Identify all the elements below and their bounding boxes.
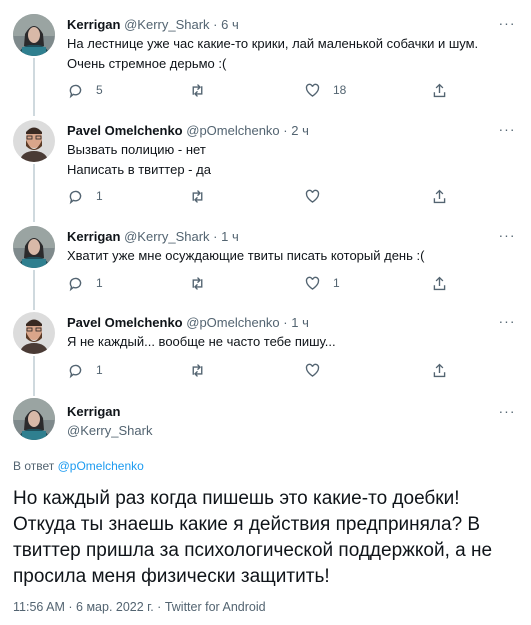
share-icon [433,83,446,97]
share-icon [433,189,446,203]
share-icon [433,363,446,377]
avatar[interactable] [13,226,55,268]
tweet-actions: 5 18 [67,80,507,100]
tweet-actions: 1 1 [67,273,507,293]
reply-count: 1 [96,189,103,203]
author-name[interactable]: Kerrigan [67,17,120,32]
retweet-button[interactable] [189,80,218,100]
reply-handle-link[interactable]: @pOmelchenko [58,459,144,473]
retweet-icon [192,276,203,290]
avatar[interactable] [13,398,55,440]
heart-icon [305,189,320,203]
tweet-text-line: Вызвать полицию - нет [67,142,206,157]
tweet-actions: 1 [67,186,507,206]
separator: · [213,17,218,32]
retweet-icon [192,83,203,97]
reply-icon [69,190,82,204]
separator: · [283,315,288,330]
share-button[interactable] [431,186,448,206]
timestamp[interactable]: 1 ч [291,315,309,330]
retweet-button[interactable] [189,186,218,206]
reply-count: 1 [96,363,103,377]
retweet-button[interactable] [189,273,218,293]
reply-button[interactable]: 1 [67,186,103,206]
retweet-button[interactable] [189,360,218,380]
retweet-icon [192,189,203,203]
timestamp[interactable]: 1 ч [221,229,239,244]
author-name[interactable]: Pavel Omelchenko [67,315,183,330]
tweet-source[interactable]: Twitter for Android [165,600,266,614]
author-name[interactable]: Pavel Omelchenko [67,123,183,138]
tweet-date[interactable]: 6 мар. 2022 г. [76,600,154,614]
tweet-text: На лестнице уже час какие-то крики, лай … [67,36,479,71]
tweet[interactable]: Pavel Omelchenko @pOmelchenko · 1 ч ··· … [0,302,531,392]
like-button[interactable]: 1 [304,273,340,293]
more-icon[interactable]: ··· [497,314,517,333]
share-button[interactable] [431,360,448,380]
more-icon[interactable]: ··· [497,16,517,35]
separator: · [213,229,218,244]
share-button[interactable] [431,273,448,293]
author-handle[interactable]: @pOmelchenko [186,123,279,138]
author-handle[interactable]: @pOmelchenko [186,315,279,330]
tweet[interactable]: Pavel Omelchenko @pOmelchenko · 2 ч ··· … [0,110,531,216]
heart-icon [305,276,320,290]
separator: · [68,600,73,614]
share-icon [433,276,446,290]
tweet-text-line: Написать в твиттер - да [67,162,211,177]
timestamp[interactable]: 6 ч [221,17,239,32]
author-name[interactable]: Kerrigan [67,404,120,419]
like-button[interactable]: 18 [304,80,346,100]
tweet-text: Хватит уже мне осуждающие твиты писать к… [67,248,425,263]
reply-icon [69,84,82,98]
main-tweet-text: Но каждый раз когда пишешь это какие-то … [13,488,493,587]
reply-prefix: В ответ [13,459,55,473]
tweet-meta: 11:56 AM · 6 мар. 2022 г. · Twitter for … [13,600,266,614]
avatar[interactable] [13,312,55,354]
like-button[interactable] [304,360,333,380]
reply-icon [69,277,82,291]
like-count: 1 [333,276,340,290]
reply-count: 1 [96,276,103,290]
separator: · [283,123,288,138]
heart-icon [305,363,320,377]
more-icon[interactable]: ··· [497,228,517,247]
reply-button[interactable]: 1 [67,273,103,293]
avatar[interactable] [13,120,55,162]
reply-to: В ответ @pOmelchenko [13,459,144,473]
like-count: 18 [333,83,347,97]
author-name[interactable]: Kerrigan [67,229,120,244]
tweet[interactable]: Kerrigan @Kerry_Shark · 6 ч ··· На лестн… [0,0,531,110]
share-button[interactable] [431,80,448,100]
tweet-text: Вызвать полицию - нет Написать в твиттер… [67,140,517,180]
reply-count: 5 [96,83,103,97]
retweet-icon [192,363,203,377]
author-handle[interactable]: @Kerry_Shark [124,17,209,32]
author-handle[interactable]: @Kerry_Shark [67,423,152,438]
reply-icon [69,364,82,378]
timestamp[interactable]: 2 ч [291,123,309,138]
heart-icon [305,83,320,97]
tweet-time[interactable]: 11:56 AM [13,600,65,614]
tweet-actions: 1 [67,360,507,380]
tweet[interactable]: Kerrigan @Kerry_Shark · 1 ч ··· Хватит у… [0,216,531,306]
reply-button[interactable]: 5 [67,80,103,100]
author-handle[interactable]: @Kerry_Shark [124,229,209,244]
reply-button[interactable]: 1 [67,360,103,380]
separator: · [157,600,162,614]
avatar[interactable] [13,14,55,56]
more-icon[interactable]: ··· [497,404,517,423]
tweet-text: Я не каждый... вообще не часто тебе пишу… [67,334,336,349]
more-icon[interactable]: ··· [497,122,517,141]
like-button[interactable] [304,186,333,206]
